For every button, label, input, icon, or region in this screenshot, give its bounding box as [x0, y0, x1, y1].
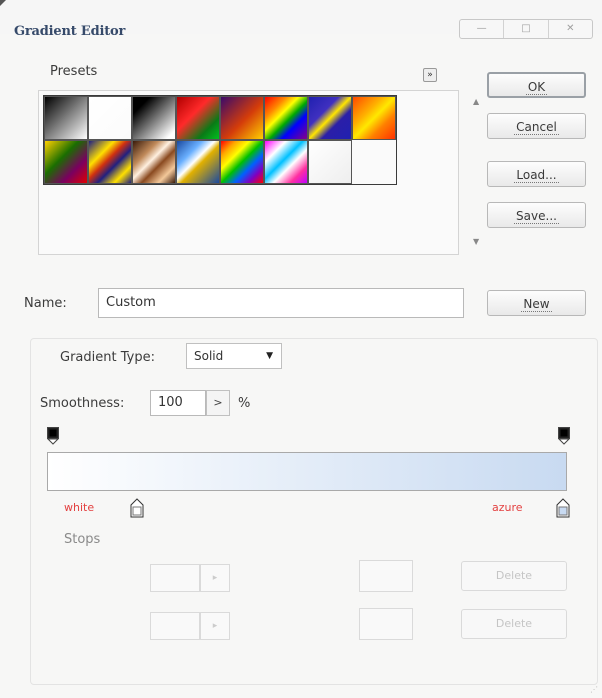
- save-button-label: Save...: [514, 209, 559, 224]
- color-stop-left-icon[interactable]: [130, 498, 144, 518]
- preset-swatch[interactable]: [264, 96, 308, 140]
- window-controls: — □ ✕: [459, 19, 593, 39]
- chevron-down-icon: ▼: [266, 351, 273, 361]
- left-color-stop-name: white: [64, 501, 95, 514]
- color-stop-right-icon[interactable]: [556, 498, 570, 518]
- preset-swatch[interactable]: [44, 140, 88, 184]
- stop-opacity-stepper[interactable]: ▸: [200, 564, 230, 592]
- window-corner-icon: [0, 0, 6, 6]
- scroll-down-icon[interactable]: ▼: [473, 237, 479, 246]
- load-button[interactable]: Load...: [487, 161, 586, 187]
- save-button[interactable]: Save...: [487, 202, 586, 228]
- stop-location-input[interactable]: [359, 560, 413, 592]
- presets-menu-icon[interactable]: »: [423, 68, 437, 82]
- gradient-editor-dialog: Gradient Editor — □ ✕ Presets » ▲ ▼ OK C…: [0, 0, 602, 698]
- opacity-stop-left-icon[interactable]: [47, 427, 59, 445]
- stop-color-input[interactable]: [150, 612, 200, 640]
- new-button-label: New: [521, 297, 552, 312]
- new-button[interactable]: New: [487, 290, 586, 316]
- name-label: Name:: [24, 296, 67, 311]
- stop-color-stepper[interactable]: ▸: [200, 612, 230, 640]
- stop-color-location-input[interactable]: [359, 608, 413, 640]
- preset-swatch[interactable]: [176, 96, 220, 140]
- preset-swatch[interactable]: [44, 96, 88, 140]
- scroll-up-icon[interactable]: ▲: [473, 97, 479, 106]
- preset-swatch[interactable]: [352, 96, 396, 140]
- smoothness-stepper-button[interactable]: >: [206, 390, 230, 416]
- smoothness-label: Smoothness:: [40, 396, 125, 411]
- gradient-preview-bar[interactable]: [47, 452, 567, 491]
- delete-color-stop-button[interactable]: Delete: [461, 609, 567, 639]
- stop-opacity-input[interactable]: [150, 564, 200, 592]
- right-color-stop-name: azure: [492, 501, 523, 514]
- preset-swatch[interactable]: [88, 140, 132, 184]
- load-button-label: Load...: [514, 168, 559, 183]
- window-title: Gradient Editor: [14, 24, 126, 39]
- close-button[interactable]: ✕: [549, 20, 592, 38]
- preset-swatch[interactable]: [264, 140, 308, 184]
- preset-swatch[interactable]: [88, 96, 132, 140]
- presets-label: Presets: [50, 64, 98, 79]
- ok-button[interactable]: OK: [487, 72, 586, 98]
- cancel-button[interactable]: Cancel: [487, 113, 586, 139]
- preset-swatch[interactable]: [220, 140, 264, 184]
- presets-scrollbar[interactable]: ▲ ▼: [467, 95, 487, 248]
- stops-label: Stops: [64, 532, 101, 547]
- smoothness-unit: %: [238, 396, 251, 411]
- preset-swatch[interactable]: [132, 96, 176, 140]
- gradient-type-label: Gradient Type:: [60, 350, 155, 365]
- name-input[interactable]: Custom: [98, 288, 464, 318]
- gradient-type-select[interactable]: Solid ▼: [186, 343, 282, 369]
- resize-grip-icon[interactable]: ⋰: [590, 685, 598, 694]
- preset-swatch[interactable]: [132, 140, 176, 184]
- maximize-button[interactable]: □: [504, 20, 549, 38]
- preset-swatch[interactable]: [308, 140, 352, 184]
- preset-swatch[interactable]: [220, 96, 264, 140]
- opacity-stop-right-icon[interactable]: [558, 427, 570, 445]
- cancel-button-label: Cancel: [514, 120, 559, 135]
- delete-opacity-stop-button[interactable]: Delete: [461, 561, 567, 591]
- preset-swatch[interactable]: [308, 96, 352, 140]
- presets-panel: ▲ ▼: [38, 90, 479, 255]
- minimize-button[interactable]: —: [460, 20, 505, 38]
- preset-swatch[interactable]: [176, 140, 220, 184]
- title-bar: Gradient Editor — □ ✕: [0, 0, 602, 39]
- preset-swatch-grid: [43, 95, 397, 185]
- gradient-type-value: Solid: [194, 349, 224, 363]
- ok-button-label: OK: [525, 80, 548, 95]
- smoothness-input[interactable]: 100: [150, 390, 206, 416]
